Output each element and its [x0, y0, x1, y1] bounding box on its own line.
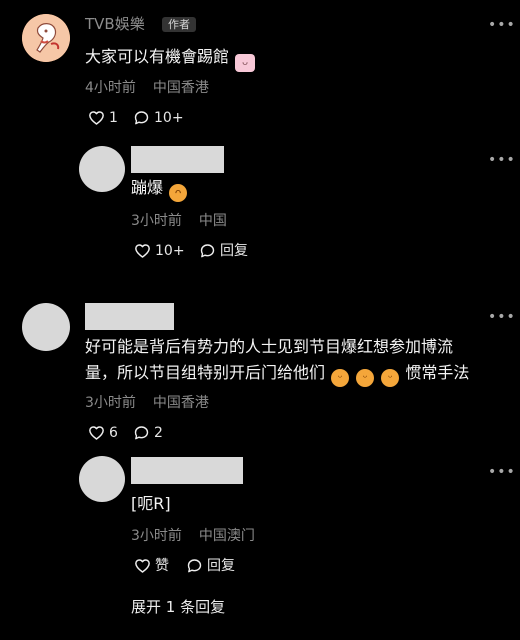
reply-button[interactable]: 回复 — [186, 556, 235, 576]
reply-button[interactable]: 回复 — [199, 241, 248, 261]
reply-text: 蹦爆 ᴖ — [131, 174, 188, 202]
reply-meta: 3小时前 中国澳门 — [131, 527, 255, 545]
comment-time: 4小时前 — [85, 80, 136, 96]
comment-text-line-1: 好可能是背后有势力的人士见到节目爆红想参加博流 — [85, 337, 454, 356]
like-count: 1 — [109, 110, 118, 126]
more-icon[interactable]: ••• — [488, 18, 516, 32]
reply-meta: 3小时前 中国 — [131, 212, 227, 230]
grinning-face-emoji: ᵕ — [356, 369, 375, 387]
reply-count: 10+ — [154, 110, 184, 126]
grinning-face-emoji: ᵕ — [381, 369, 400, 387]
author-name-placeholder — [85, 303, 174, 330]
comment-author-name[interactable]: TVB娛樂 — [85, 14, 145, 34]
reply-text: [呃R] — [131, 494, 171, 513]
comment-bubble-icon — [134, 426, 149, 440]
comment-bubble-icon — [200, 244, 215, 258]
reply-button[interactable]: 2 — [133, 423, 163, 443]
grinning-face-emoji: ᵕ — [331, 369, 350, 387]
like-button[interactable]: 赞 — [134, 556, 169, 576]
reply-text-content: 蹦爆 — [131, 178, 164, 197]
comment-meta: 4小时前 中国香港 — [85, 79, 209, 97]
heart-icon — [89, 111, 104, 125]
reply-avatar[interactable] — [79, 456, 125, 502]
reply-time: 3小时前 — [131, 528, 182, 544]
author-name-placeholder — [131, 457, 243, 484]
heart-icon — [135, 244, 150, 258]
avatar-illustration — [22, 14, 70, 62]
reply-button[interactable]: 10+ — [133, 108, 184, 128]
like-button[interactable]: 1 — [88, 108, 118, 128]
like-count: 6 — [109, 425, 118, 441]
reply-label: 回复 — [207, 558, 235, 574]
comment-location: 中国香港 — [152, 80, 209, 96]
expand-replies-button[interactable]: 展开 1 条回复 — [131, 597, 225, 617]
reply-label: 回复 — [220, 243, 248, 259]
comment-text-content: 大家可以有機會踢館 — [85, 47, 230, 66]
comment-avatar[interactable] — [22, 303, 70, 351]
author-avatar[interactable] — [22, 14, 70, 62]
like-label: 赞 — [155, 558, 169, 574]
like-count: 10+ — [155, 243, 185, 259]
reply-count: 2 — [154, 425, 163, 441]
like-button[interactable]: 10+ — [134, 241, 185, 261]
comment-bubble-icon — [134, 111, 149, 125]
reply-avatar[interactable] — [79, 146, 125, 192]
like-button[interactable]: 6 — [88, 423, 118, 443]
more-icon[interactable]: ••• — [488, 465, 516, 479]
comment-meta: 3小时前 中国香港 — [85, 394, 209, 412]
heart-icon — [89, 426, 104, 440]
heart-icon — [135, 559, 150, 573]
comment-bubble-icon — [187, 559, 202, 573]
author-name-placeholder — [131, 146, 224, 173]
more-icon[interactable]: ••• — [488, 310, 516, 324]
more-icon[interactable]: ••• — [488, 153, 516, 167]
reply-time: 3小时前 — [131, 213, 182, 229]
comment-location: 中国香港 — [152, 395, 209, 411]
reply-location: 中国 — [198, 213, 227, 229]
comment-time: 3小时前 — [85, 395, 136, 411]
comment-text-part-1: 量，所以节目组特别开后门给他们 — [85, 363, 326, 382]
angry-face-emoji: ᴖ — [169, 184, 188, 202]
comment-text: 大家可以有機會踢館 ᴗ — [85, 43, 256, 72]
author-badge: 作者 — [162, 17, 196, 32]
reply-location: 中国澳门 — [198, 528, 255, 544]
pink-emoji-icon: ᴗ — [235, 54, 256, 72]
comment-text-line-2: 量，所以节目组特别开后门给他们 ᵕ ᵕ ᵕ 惯常手法 — [85, 359, 469, 387]
comment-text-part-2: 惯常手法 — [405, 363, 470, 382]
